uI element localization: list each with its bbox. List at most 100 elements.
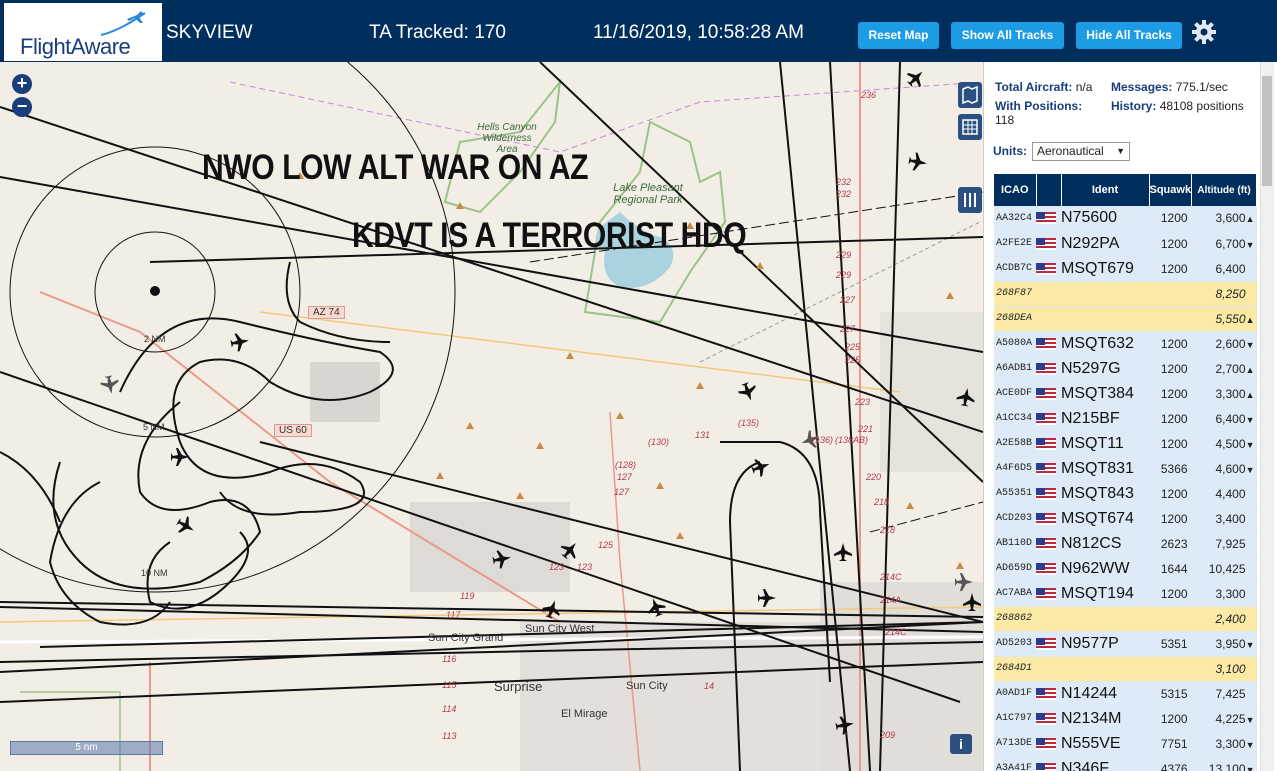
place-sun-city-west: Sun City West (525, 623, 595, 635)
show-all-tracks-button[interactable]: Show All Tracks (951, 22, 1064, 49)
altitude-cell: 2,400 (1191, 606, 1257, 632)
icao-cell: AB110D (994, 531, 1036, 557)
us-flag-icon (1036, 212, 1056, 225)
aircraft-row[interactable]: A55351 MSQT843 1200 4,400 (994, 481, 1257, 507)
aircraft-row[interactable]: A1CC34 N215BF 1200 6,400▼ (994, 406, 1257, 432)
aircraft-row[interactable]: 268F87 8,250 (994, 281, 1257, 307)
units-select[interactable]: Aeronautical ▼ (1032, 142, 1130, 161)
aircraft-row[interactable]: ACE0DF MSQT384 1200 3,300▲ (994, 381, 1257, 407)
altitude-label: 115 (442, 680, 457, 690)
zoom-in-button[interactable]: + (12, 74, 32, 94)
altitude-label: 225 (845, 355, 861, 365)
squawk-cell: 1200 (1149, 356, 1192, 382)
aircraft-row[interactable]: AD5203 N9577P 5351 3,950▼ (994, 631, 1257, 657)
aircraft-row[interactable]: AA32C4 N75600 1200 3,600▲ (994, 206, 1257, 232)
altitude-label: 227 (840, 295, 856, 305)
altitude-value: 3,300 (1215, 736, 1246, 751)
ring-label-5nm: 5 NM (143, 422, 165, 432)
altitude-cell: 4,225▼ (1191, 706, 1257, 732)
altitude-label: 119 (460, 591, 475, 601)
altitude-label: 220 (866, 472, 882, 482)
scrollbar-thumb[interactable] (1262, 76, 1272, 186)
grid-toggle-button[interactable] (958, 114, 982, 140)
us-flag-icon (1036, 412, 1056, 425)
flag-cell (1036, 631, 1061, 657)
flag-cell (1036, 606, 1061, 632)
aircraft-row[interactable]: 2684D1 3,100 (994, 656, 1257, 682)
aircraft-row[interactable]: A2E58B MSQT11 1200 4,500▼ (994, 431, 1257, 457)
altitude-label: 225 (845, 342, 861, 352)
squawk-cell: 1200 (1149, 256, 1192, 282)
trend-up-icon: ▲ (1245, 389, 1255, 400)
columns-toggle-button[interactable] (958, 187, 982, 213)
aircraft-row[interactable]: A2FE2E N292PA 1200 6,700▼ (994, 231, 1257, 257)
altitude-label: 209 (880, 730, 896, 740)
us-flag-icon (1036, 262, 1056, 275)
aircraft-row[interactable]: A6ADB1 N5297G 1200 2,700▲ (994, 356, 1257, 382)
units-label: Units: (993, 144, 1027, 158)
column-squawk[interactable]: Squawk (1149, 174, 1193, 206)
ident-cell: MSQT194 (1061, 581, 1149, 607)
flag-cell (1036, 556, 1061, 582)
info-button[interactable]: i (950, 734, 972, 754)
ident-cell: N75600 (1061, 206, 1149, 232)
altitude-value: 2,600 (1215, 336, 1246, 351)
icao-cell: A713DE (994, 731, 1036, 757)
icao-cell: 268862 (994, 606, 1036, 632)
altitude-label: 117 (446, 610, 461, 620)
zoom-out-button[interactable]: − (12, 97, 32, 117)
icao-cell: 2684D1 (994, 656, 1036, 682)
aircraft-row[interactable]: 268862 2,400 (994, 606, 1257, 632)
gear-icon[interactable] (1191, 19, 1217, 45)
aircraft-row[interactable]: AB110D N812CS 2623 7,925 (994, 531, 1257, 557)
map-view[interactable]: + − NWO LOW ALT WAR ON AZ KDVT IS A TERR… (0, 62, 983, 771)
us-flag-icon (1036, 537, 1056, 550)
map-layers-button[interactable] (958, 82, 982, 108)
aircraft-row[interactable]: AD659D N962WW 1644 10,425 (994, 556, 1257, 582)
aircraft-row[interactable]: A3A41F N346F 4376 13,100▼ (994, 756, 1257, 771)
column-ident[interactable]: Ident (1061, 174, 1150, 206)
scale-bar: 5 nm (10, 741, 163, 755)
aircraft-row[interactable]: 268DEA 5,550▲ (994, 306, 1257, 332)
aircraft-row[interactable]: A1C797 N2134M 1200 4,225▼ (994, 706, 1257, 732)
receiver-site (150, 286, 160, 296)
column-altitude[interactable]: Altitude (ft) (1191, 174, 1257, 206)
icao-cell: AA32C4 (994, 206, 1036, 232)
flag-cell (1036, 531, 1061, 557)
aircraft-row[interactable]: A713DE N555VE 7751 3,300▼ (994, 731, 1257, 757)
flag-cell (1036, 356, 1061, 382)
place-sun-city: Sun City (626, 680, 668, 692)
flag-cell (1036, 481, 1061, 507)
altitude-label: 236 (861, 90, 877, 100)
aircraft-row[interactable]: A4F6D5 MSQT831 5366 4,600▼ (994, 456, 1257, 482)
trend-up-icon: ▲ (1245, 314, 1255, 325)
trend-down-icon: ▼ (1245, 714, 1255, 725)
altitude-value: 10,425 (1208, 561, 1246, 576)
ident-cell: N962WW (1061, 556, 1149, 582)
column-icao[interactable]: ICAO (994, 174, 1037, 206)
ident-cell (1061, 656, 1149, 682)
altitude-cell: 13,100▼ (1191, 756, 1257, 771)
with-positions-value: 118 (995, 113, 1015, 127)
altitude-value: 4,500 (1215, 436, 1246, 451)
altitude-cell: 4,500▼ (1191, 431, 1257, 457)
aircraft-row[interactable]: A5080A MSQT632 1200 2,600▼ (994, 331, 1257, 357)
trend-down-icon: ▼ (1245, 739, 1255, 750)
column-flag[interactable] (1036, 174, 1062, 206)
altitude-cell: 3,300▼ (1191, 731, 1257, 757)
aircraft-row[interactable]: ACDB7C MSQT679 1200 6,400 (994, 256, 1257, 282)
reset-map-button[interactable]: Reset Map (858, 22, 939, 49)
flightaware-logo[interactable]: FlightAware (4, 3, 162, 61)
altitude-cell: 6,400▼ (1191, 406, 1257, 432)
icao-cell: A1C797 (994, 706, 1036, 732)
altitude-label: 14 (704, 681, 715, 691)
aircraft-row[interactable]: ACD203 MSQT674 1200 3,400 (994, 506, 1257, 532)
aircraft-row[interactable]: A0AD1F N14244 5315 7,425 (994, 681, 1257, 707)
aircraft-row[interactable]: AC7ABA MSQT194 1200 3,300 (994, 581, 1257, 607)
squawk-cell: 1200 (1149, 706, 1192, 732)
altitude-cell: 10,425 (1191, 556, 1257, 582)
us-flag-icon (1036, 587, 1056, 600)
hide-all-tracks-button[interactable]: Hide All Tracks (1076, 22, 1182, 49)
altitude-label: (128) (615, 460, 637, 470)
road-us60: US 60 (274, 424, 312, 437)
